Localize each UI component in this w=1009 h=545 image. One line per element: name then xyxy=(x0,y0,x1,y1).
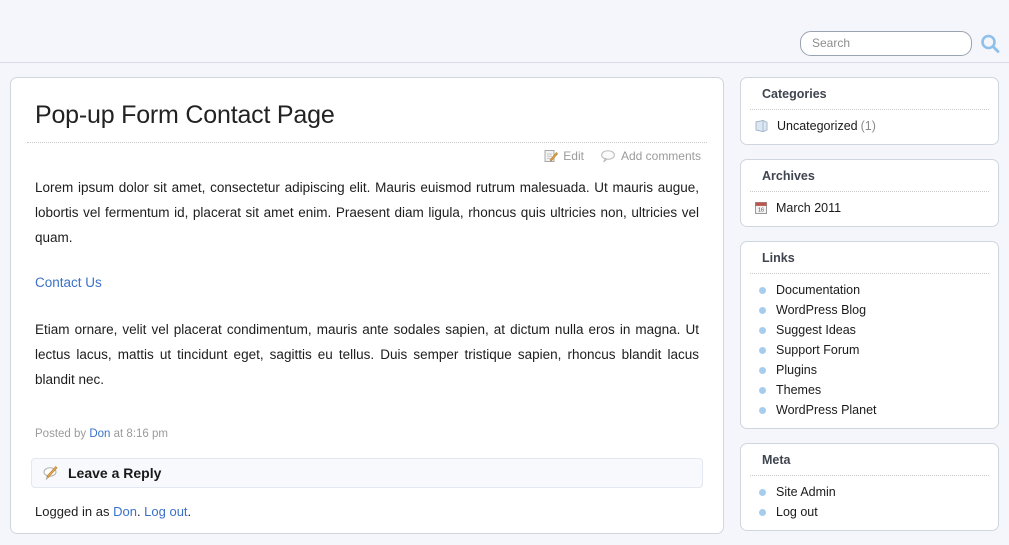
list-item[interactable]: Themes xyxy=(741,380,998,400)
list-item[interactable]: Plugins xyxy=(741,360,998,380)
entry-body: Lorem ipsum dolor sit amet, consectetur … xyxy=(35,175,699,392)
links-list: Documentation WordPress Blog Suggest Ide… xyxy=(741,274,998,420)
categories-list: Uncategorized (1) xyxy=(741,110,998,136)
logged-in-prefix: Logged in as xyxy=(35,504,114,519)
page-layout: Pop-up Form Contact Page Edit Add commen… xyxy=(0,63,1009,545)
logged-in-user-link[interactable]: Don xyxy=(113,504,137,519)
bullet-icon xyxy=(759,346,766,354)
comment-pencil-icon xyxy=(42,465,60,482)
edit-pencil-icon xyxy=(544,149,559,163)
link-site-admin[interactable]: Site Admin xyxy=(776,485,836,499)
posted-suffix: at 8:16 pm xyxy=(110,428,168,440)
list-item[interactable]: Documentation xyxy=(741,280,998,300)
list-item[interactable]: 16 March 2011 xyxy=(741,198,998,218)
contact-us-link[interactable]: Contact Us xyxy=(35,275,102,290)
list-item[interactable]: WordPress Blog xyxy=(741,300,998,320)
widget-links: Links Documentation WordPress Blog Sugge… xyxy=(740,241,999,429)
link-suggest-ideas[interactable]: Suggest Ideas xyxy=(776,323,856,337)
category-link[interactable]: Uncategorized xyxy=(777,119,858,133)
bullet-icon xyxy=(759,286,766,294)
post-author-link[interactable]: Don xyxy=(89,428,110,440)
calendar-icon: 16 xyxy=(754,201,768,215)
link-support-forum[interactable]: Support Forum xyxy=(776,343,859,357)
logout-link[interactable]: Log out xyxy=(144,504,187,519)
page-root: Pop-up Form Contact Page Edit xyxy=(0,0,1009,534)
add-comments-label: Add comments xyxy=(620,149,701,163)
logged-in-suffix: . xyxy=(187,504,192,519)
link-wordpress-planet[interactable]: WordPress Planet xyxy=(776,403,877,417)
archives-list: 16 March 2011 xyxy=(741,192,998,218)
link-wordpress-blog[interactable]: WordPress Blog xyxy=(776,303,866,317)
list-item[interactable]: Log out xyxy=(741,502,998,522)
archive-link[interactable]: March 2011 xyxy=(776,201,841,215)
bullet-icon xyxy=(759,366,766,374)
widget-archives-title: Archives xyxy=(750,160,989,192)
entry-meta-actions: Edit Add comments xyxy=(25,149,701,163)
search-area xyxy=(800,31,1001,56)
list-item[interactable]: Site Admin xyxy=(741,482,998,502)
bullet-icon xyxy=(759,386,766,394)
edit-link[interactable]: Edit xyxy=(544,149,584,163)
widget-meta-title: Meta xyxy=(750,444,989,476)
bullet-icon xyxy=(759,406,766,414)
title-divider xyxy=(27,142,707,143)
link-themes[interactable]: Themes xyxy=(776,383,821,397)
logged-in-line: Logged in as Don. Log out. xyxy=(35,504,699,519)
meta-list: Site Admin Log out xyxy=(741,476,998,522)
comment-bubble-icon xyxy=(600,149,616,163)
svg-text:16: 16 xyxy=(758,207,764,213)
widget-archives: Archives 16 March 2011 xyxy=(740,159,999,227)
list-item[interactable]: Suggest Ideas xyxy=(741,320,998,340)
site-header xyxy=(0,0,1009,63)
book-icon xyxy=(754,119,769,133)
main-content: Pop-up Form Contact Page Edit Add commen… xyxy=(10,77,724,534)
leave-a-reply-title: Leave a Reply xyxy=(68,465,162,481)
widget-meta: Meta Site Admin Log out xyxy=(740,443,999,531)
widget-categories: Categories Uncategorized (1) xyxy=(740,77,999,145)
paragraph-2: Etiam ornare, velit vel placerat condime… xyxy=(35,322,699,387)
bullet-icon xyxy=(759,508,766,516)
widget-links-title: Links xyxy=(750,242,989,274)
link-plugins[interactable]: Plugins xyxy=(776,363,817,377)
list-item[interactable]: WordPress Planet xyxy=(741,400,998,420)
contact-us-paragraph: Contact Us xyxy=(35,270,699,295)
bullet-icon xyxy=(759,488,766,496)
category-count: (1) xyxy=(860,119,876,133)
posted-prefix: Posted by xyxy=(35,428,90,440)
leave-a-reply-bar: Leave a Reply xyxy=(31,458,703,488)
link-documentation[interactable]: Documentation xyxy=(776,283,860,297)
posted-by-line: Posted by Don at 8:16 pm xyxy=(35,428,699,440)
link-meta-logout[interactable]: Log out xyxy=(776,505,818,519)
list-item[interactable]: Support Forum xyxy=(741,340,998,360)
search-icon[interactable] xyxy=(979,33,1001,55)
edit-link-label: Edit xyxy=(563,149,584,163)
search-input[interactable] xyxy=(800,31,972,56)
page-title: Pop-up Form Contact Page xyxy=(35,101,335,129)
bullet-icon xyxy=(759,306,766,314)
list-item[interactable]: Uncategorized (1) xyxy=(741,116,998,136)
add-comments-link[interactable]: Add comments xyxy=(600,149,701,163)
sidebar: Categories Uncategorized (1) Archives 16… xyxy=(740,77,999,545)
paragraph-1: Lorem ipsum dolor sit amet, consectetur … xyxy=(35,180,699,245)
bullet-icon xyxy=(759,326,766,334)
widget-categories-title: Categories xyxy=(750,78,989,110)
